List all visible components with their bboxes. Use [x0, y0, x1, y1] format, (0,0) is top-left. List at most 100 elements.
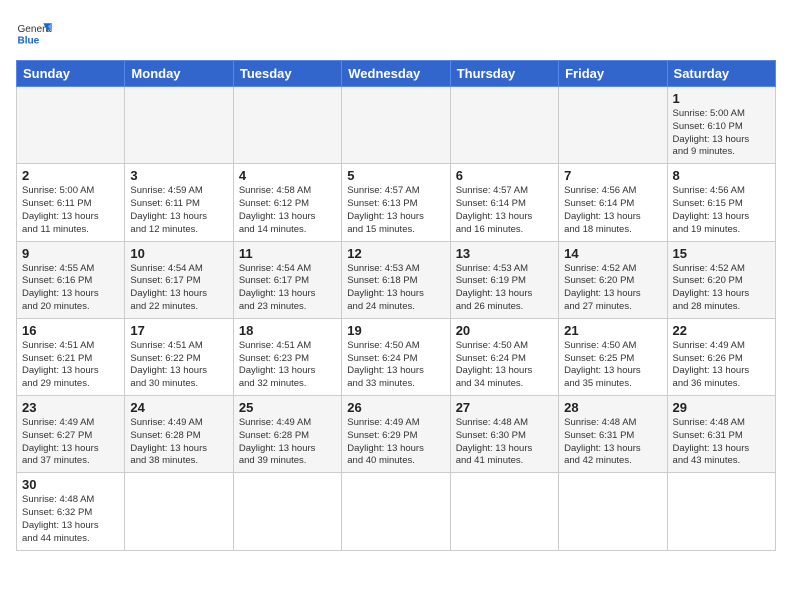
- calendar-cell: 20Sunrise: 4:50 AM Sunset: 6:24 PM Dayli…: [450, 318, 558, 395]
- day-info: Sunrise: 4:48 AM Sunset: 6:31 PM Dayligh…: [673, 417, 770, 468]
- day-info: Sunrise: 4:55 AM Sunset: 6:16 PM Dayligh…: [22, 263, 119, 314]
- day-info: Sunrise: 4:54 AM Sunset: 6:17 PM Dayligh…: [239, 263, 336, 314]
- day-info: Sunrise: 4:57 AM Sunset: 6:13 PM Dayligh…: [347, 185, 444, 236]
- day-info: Sunrise: 4:56 AM Sunset: 6:15 PM Dayligh…: [673, 185, 770, 236]
- day-info: Sunrise: 4:53 AM Sunset: 6:18 PM Dayligh…: [347, 263, 444, 314]
- calendar-cell: 6Sunrise: 4:57 AM Sunset: 6:14 PM Daylig…: [450, 164, 558, 241]
- day-number: 5: [347, 168, 444, 183]
- calendar-cell: [125, 473, 233, 550]
- day-info: Sunrise: 4:58 AM Sunset: 6:12 PM Dayligh…: [239, 185, 336, 236]
- day-info: Sunrise: 4:49 AM Sunset: 6:26 PM Dayligh…: [673, 340, 770, 391]
- day-number: 7: [564, 168, 661, 183]
- calendar-cell: 24 Sunrise: 4:49 AM Sunset: 6:28 PM Dayli…: [125, 396, 233, 473]
- calendar-cell: 12 Sunrise: 4:53 AM Sunset: 6:18 PM Dayli…: [342, 241, 450, 318]
- day-number: 22: [673, 323, 770, 338]
- day-number: 8: [673, 168, 770, 183]
- day-info: Sunrise: 4:51 AM Sunset: 6:23 PM Dayligh…: [239, 340, 336, 391]
- day-info: Sunrise: 4:49 AM Sunset: 6:27 PM Dayligh…: [22, 417, 119, 468]
- weekday-header-tuesday: Tuesday: [233, 61, 341, 87]
- day-info: Sunrise: 5:00 AM Sunset: 6:10 PM Dayligh…: [673, 108, 770, 159]
- day-info: Sunrise: 4:50 AM Sunset: 6:25 PM Dayligh…: [564, 340, 661, 391]
- day-info: Sunrise: 5:00 AM Sunset: 6:11 PM Dayligh…: [22, 185, 119, 236]
- day-number: 12: [347, 246, 444, 261]
- day-info: Sunrise: 4:49 AM Sunset: 6:29 PM Dayligh…: [347, 417, 444, 468]
- calendar-table: SundayMondayTuesdayWednesdayThursdayFrid…: [16, 60, 776, 551]
- day-number: 18: [239, 323, 336, 338]
- day-info: Sunrise: 4:51 AM Sunset: 6:22 PM Dayligh…: [130, 340, 227, 391]
- day-info: Sunrise: 4:48 AM Sunset: 6:30 PM Dayligh…: [456, 417, 553, 468]
- day-number: 16: [22, 323, 119, 338]
- calendar-cell: [667, 473, 775, 550]
- calendar-cell: 5 Sunrise: 4:57 AM Sunset: 6:13 PM Daylig…: [342, 164, 450, 241]
- day-number: 21: [564, 323, 661, 338]
- day-number: 28: [564, 400, 661, 415]
- day-info: Sunrise: 4:52 AM Sunset: 6:20 PM Dayligh…: [564, 263, 661, 314]
- day-number: 9: [22, 246, 119, 261]
- calendar-cell: [342, 473, 450, 550]
- day-number: 4: [239, 168, 336, 183]
- day-info: Sunrise: 4:53 AM Sunset: 6:19 PM Dayligh…: [456, 263, 553, 314]
- day-number: 17: [130, 323, 227, 338]
- day-number: 10: [130, 246, 227, 261]
- day-number: 19: [347, 323, 444, 338]
- day-number: 15: [673, 246, 770, 261]
- day-number: 25: [239, 400, 336, 415]
- calendar-cell: 7 Sunrise: 4:56 AM Sunset: 6:14 PM Daylig…: [559, 164, 667, 241]
- day-info: Sunrise: 4:59 AM Sunset: 6:11 PM Dayligh…: [130, 185, 227, 236]
- day-number: 2: [22, 168, 119, 183]
- weekday-header-friday: Friday: [559, 61, 667, 87]
- svg-text:Blue: Blue: [17, 35, 39, 46]
- calendar-cell: 1 Sunrise: 5:00 AM Sunset: 6:10 PM Daylig…: [667, 87, 775, 164]
- day-number: 27: [456, 400, 553, 415]
- calendar-cell: [125, 87, 233, 164]
- calendar-cell: 4 Sunrise: 4:58 AM Sunset: 6:12 PM Daylig…: [233, 164, 341, 241]
- calendar-cell: 9 Sunrise: 4:55 AM Sunset: 6:16 PM Daylig…: [17, 241, 125, 318]
- day-number: 13: [456, 246, 553, 261]
- day-number: 24: [130, 400, 227, 415]
- weekday-header-wednesday: Wednesday: [342, 61, 450, 87]
- calendar-cell: 28 Sunrise: 4:48 AM Sunset: 6:31 PM Dayli…: [559, 396, 667, 473]
- calendar-cell: 8 Sunrise: 4:56 AM Sunset: 6:15 PM Daylig…: [667, 164, 775, 241]
- calendar-cell: 2 Sunrise: 5:00 AM Sunset: 6:11 PM Daylig…: [17, 164, 125, 241]
- calendar-cell: 14 Sunrise: 4:52 AM Sunset: 6:20 PM Dayli…: [559, 241, 667, 318]
- day-number: 29: [673, 400, 770, 415]
- day-number: 6: [456, 168, 553, 183]
- day-number: 14: [564, 246, 661, 261]
- calendar-cell: 21 Sunrise: 4:50 AM Sunset: 6:25 PM Dayli…: [559, 318, 667, 395]
- calendar-cell: [559, 87, 667, 164]
- calendar-cell: [559, 473, 667, 550]
- weekday-header-saturday: Saturday: [667, 61, 775, 87]
- calendar-cell: [450, 87, 558, 164]
- calendar-cell: 17 Sunrise: 4:51 AM Sunset: 6:22 PM Dayli…: [125, 318, 233, 395]
- calendar-cell: 11 Sunrise: 4:54 AM Sunset: 6:17 PM Dayli…: [233, 241, 341, 318]
- calendar-cell: [233, 473, 341, 550]
- calendar-cell: [17, 87, 125, 164]
- calendar-cell: 26 Sunrise: 4:49 AM Sunset: 6:29 PM Dayli…: [342, 396, 450, 473]
- page-header: General Blue: [16, 16, 776, 52]
- day-number: 30: [22, 477, 119, 492]
- day-number: 23: [22, 400, 119, 415]
- calendar-cell: 18 Sunrise: 4:51 AM Sunset: 6:23 PM Dayli…: [233, 318, 341, 395]
- day-number: 3: [130, 168, 227, 183]
- weekday-header-monday: Monday: [125, 61, 233, 87]
- day-info: Sunrise: 4:51 AM Sunset: 6:21 PM Dayligh…: [22, 340, 119, 391]
- day-info: Sunrise: 4:49 AM Sunset: 6:28 PM Dayligh…: [239, 417, 336, 468]
- weekday-header-sunday: Sunday: [17, 61, 125, 87]
- day-info: Sunrise: 4:56 AM Sunset: 6:14 PM Dayligh…: [564, 185, 661, 236]
- calendar-cell: 15Sunrise: 4:52 AM Sunset: 6:20 PM Dayli…: [667, 241, 775, 318]
- calendar-cell: 30Sunrise: 4:48 AM Sunset: 6:32 PM Dayli…: [17, 473, 125, 550]
- day-info: Sunrise: 4:48 AM Sunset: 6:31 PM Dayligh…: [564, 417, 661, 468]
- day-number: 20: [456, 323, 553, 338]
- calendar-cell: [233, 87, 341, 164]
- calendar-cell: 16 Sunrise: 4:51 AM Sunset: 6:21 PM Dayli…: [17, 318, 125, 395]
- day-number: 1: [673, 91, 770, 106]
- day-number: 26: [347, 400, 444, 415]
- calendar-cell: 19 Sunrise: 4:50 AM Sunset: 6:24 PM Dayli…: [342, 318, 450, 395]
- day-info: Sunrise: 4:54 AM Sunset: 6:17 PM Dayligh…: [130, 263, 227, 314]
- calendar-cell: 27 Sunrise: 4:48 AM Sunset: 6:30 PM Dayli…: [450, 396, 558, 473]
- day-number: 11: [239, 246, 336, 261]
- calendar-cell: [342, 87, 450, 164]
- weekday-header-thursday: Thursday: [450, 61, 558, 87]
- day-info: Sunrise: 4:49 AM Sunset: 6:28 PM Dayligh…: [130, 417, 227, 468]
- day-info: Sunrise: 4:50 AM Sunset: 6:24 PM Dayligh…: [347, 340, 444, 391]
